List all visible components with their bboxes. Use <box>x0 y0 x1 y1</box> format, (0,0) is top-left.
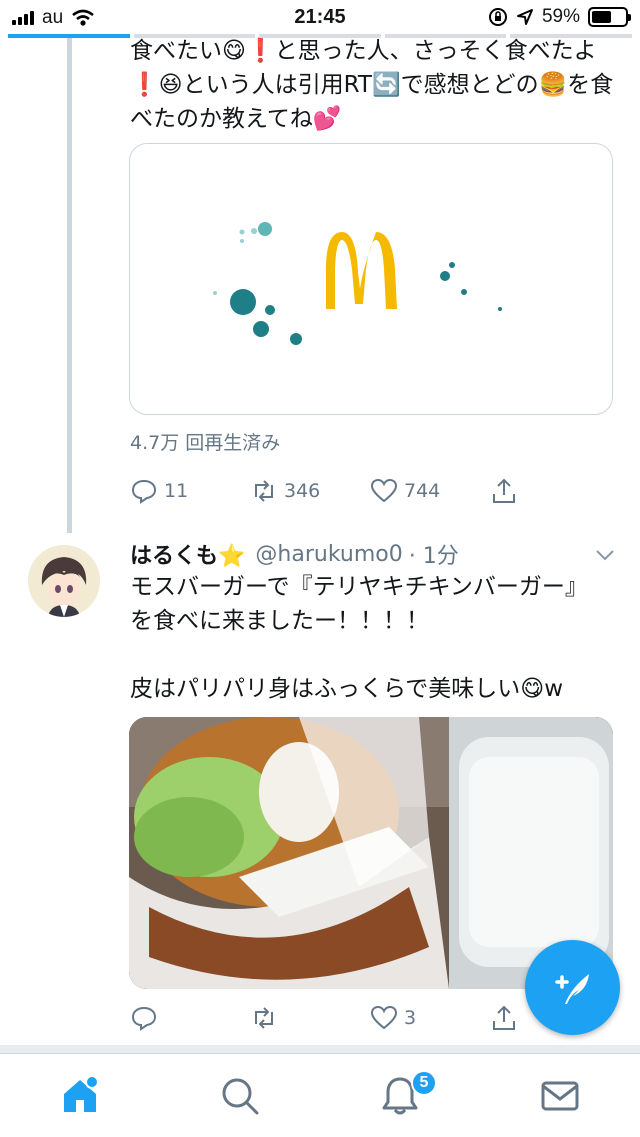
like-count: 744 <box>404 480 441 502</box>
retweet-icon <box>255 1007 273 1029</box>
tab-bar <box>0 1053 640 1137</box>
like-button[interactable]: 3 <box>370 1004 490 1032</box>
video-card[interactable] <box>129 143 613 415</box>
tab-home[interactable] <box>58 1074 102 1118</box>
stories-progress <box>0 34 640 39</box>
retweet-icon <box>255 480 273 502</box>
burger-photo <box>129 717 613 989</box>
share-icon <box>493 1005 515 1030</box>
tweet-header: はるくも⭐ @harukumo0 · 1分 <box>130 538 459 570</box>
share-button[interactable] <box>490 477 610 505</box>
search-icon <box>222 1078 259 1115</box>
user-handle[interactable]: @harukumo0 <box>255 542 402 567</box>
reply-icon <box>131 1006 157 1031</box>
compose-feather-icon <box>554 973 589 1004</box>
retweet-count: 346 <box>284 480 321 502</box>
avatar[interactable] <box>28 545 100 617</box>
home-icon <box>64 1075 99 1112</box>
reply-button[interactable] <box>130 1004 250 1032</box>
thread-line <box>67 36 72 533</box>
tab-search[interactable] <box>218 1074 262 1118</box>
heart-icon <box>370 1005 398 1030</box>
tweet-photo[interactable] <box>129 717 613 989</box>
chevron-down-icon[interactable] <box>594 544 616 566</box>
compose-tweet-button[interactable] <box>525 940 620 1035</box>
mail-icon <box>541 1081 579 1111</box>
avatar-image <box>28 545 100 617</box>
notification-badge: 5 <box>411 1070 437 1096</box>
retweet-button[interactable]: 346 <box>250 477 370 505</box>
like-button[interactable]: 744 <box>370 477 490 505</box>
reply-count: 11 <box>164 480 189 502</box>
battery-percent: 59% <box>541 6 580 27</box>
view-count: 4.7万 回再生済み <box>130 432 281 454</box>
location-icon <box>516 9 533 25</box>
orientation-lock-icon <box>488 8 507 26</box>
divider <box>0 1045 640 1053</box>
reply-icon <box>131 479 157 504</box>
tab-messages[interactable] <box>538 1074 582 1118</box>
mcdonalds-logo <box>213 222 502 345</box>
retweet-button[interactable] <box>250 1004 370 1032</box>
battery-fill <box>592 11 611 23</box>
like-count: 3 <box>404 1007 417 1029</box>
tweet-text: 食べたい😋❗と思った人、さっそく食べたよ❗😆という人は引用RT🔄で感想とどの🍔を… <box>130 38 614 132</box>
tweet-text: モスバーガーで『テリヤキチキンバーガー』を食べに来ましたー！！！！ 皮はパリパリ… <box>130 574 588 702</box>
timestamp: · 1分 <box>408 544 459 569</box>
reply-button[interactable]: 11 <box>130 477 250 505</box>
status-right: 59% <box>488 6 631 28</box>
heart-icon <box>370 478 398 503</box>
display-name[interactable]: はるくも⭐ <box>130 538 245 570</box>
share-icon <box>493 478 515 503</box>
status-bar: au 21:45 59% <box>0 0 640 36</box>
tweet1-actions: 11 346 744 <box>130 473 610 509</box>
battery-icon <box>588 7 631 27</box>
